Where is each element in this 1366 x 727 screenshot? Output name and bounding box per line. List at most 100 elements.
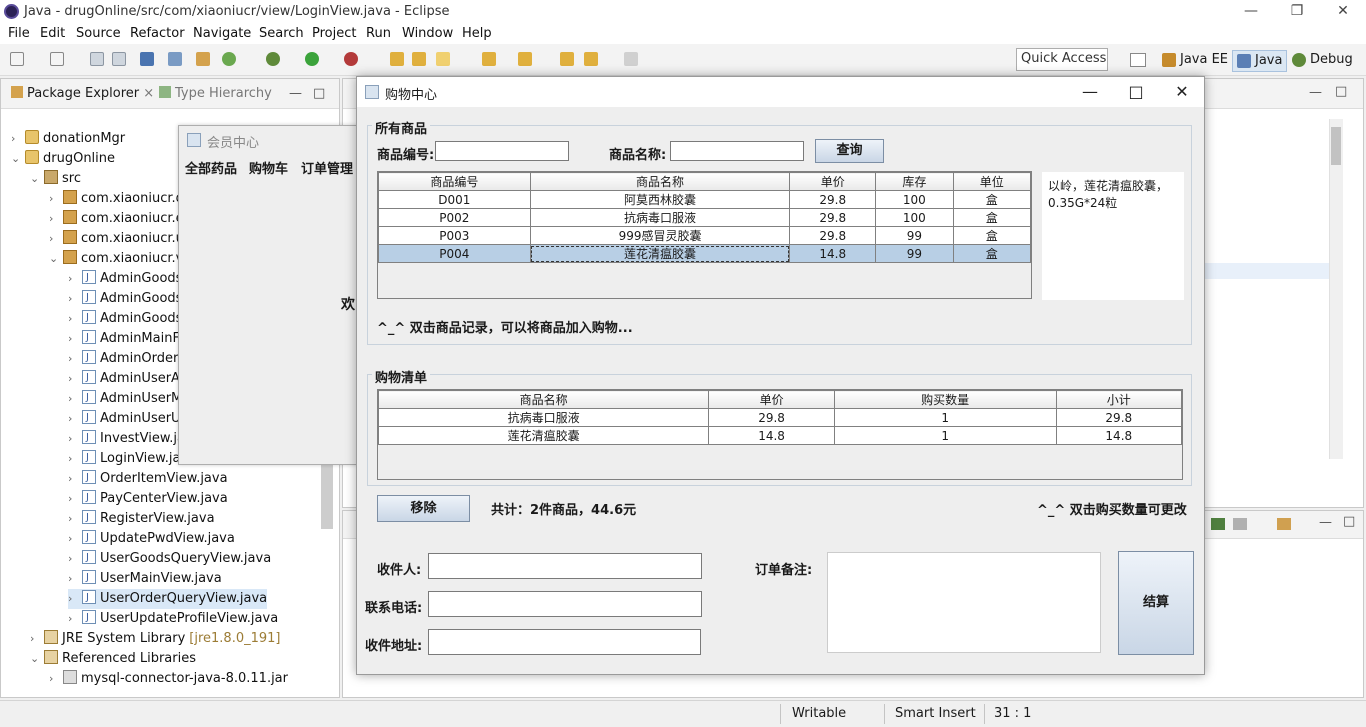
view-menu-icon[interactable]: [1211, 518, 1225, 530]
dialog-maximize-button[interactable]: □: [1113, 81, 1159, 103]
column-header[interactable]: 商品名称: [529, 172, 791, 191]
phone-input[interactable]: [428, 591, 702, 617]
minimize-view-icon[interactable]: —: [289, 86, 302, 101]
collapsed-arrow-icon[interactable]: ›: [68, 269, 82, 289]
dialog-minimize-button[interactable]: —: [1067, 81, 1113, 103]
save-icon[interactable]: [90, 52, 104, 66]
collapsed-arrow-icon[interactable]: ›: [49, 209, 63, 229]
column-header[interactable]: 商品编号: [378, 172, 531, 191]
table-cell[interactable]: 99: [875, 226, 954, 245]
table-cell[interactable]: 14.8: [1055, 426, 1183, 445]
table-cell[interactable]: 抗病毒口服液: [529, 208, 791, 227]
editor-maximize-icon[interactable]: □: [1335, 84, 1347, 99]
new-package-icon[interactable]: [196, 52, 210, 66]
last-edit-icon[interactable]: [560, 52, 574, 66]
table-cell[interactable]: 1: [833, 426, 1057, 445]
table-cell[interactable]: 29.8: [1055, 408, 1183, 427]
column-header[interactable]: 单位: [952, 172, 1032, 191]
menu-edit[interactable]: Edit: [40, 26, 65, 41]
open-folder-icon[interactable]: [412, 52, 426, 66]
menu-file[interactable]: File: [8, 26, 30, 41]
external-tools-icon[interactable]: [344, 52, 358, 66]
menu-refactor[interactable]: Refactor: [130, 26, 185, 41]
menu-shopping-cart[interactable]: 购物车: [249, 158, 288, 177]
collapsed-arrow-icon[interactable]: ›: [68, 489, 82, 509]
view-menu-icon[interactable]: [1233, 518, 1247, 530]
tree-item[interactable]: ⌄ Referenced Libraries: [30, 649, 196, 669]
collapsed-arrow-icon[interactable]: ›: [68, 509, 82, 529]
menu-all-drugs[interactable]: 全部药品: [185, 158, 237, 177]
open-type-icon[interactable]: [390, 52, 404, 66]
collapsed-arrow-icon[interactable]: ›: [68, 589, 82, 609]
tree-item[interactable]: › AdminMainF: [68, 328, 180, 349]
tree-item[interactable]: › com.xiaoniucr.d: [49, 189, 184, 209]
expanded-arrow-icon[interactable]: ⌄: [49, 249, 63, 269]
tree-item[interactable]: › com.xiaoniucr.u: [49, 229, 184, 249]
tree-item[interactable]: › mysql-connector-java-8.0.11.jar: [49, 669, 288, 689]
table-cell[interactable]: 盒: [952, 190, 1032, 209]
table-row[interactable]: P004 莲花清瘟胶囊 14.8 99 盒: [378, 244, 1032, 263]
column-header[interactable]: 库存: [875, 172, 954, 191]
collapsed-arrow-icon[interactable]: ›: [49, 669, 63, 689]
column-header[interactable]: 单价: [708, 390, 835, 409]
collapsed-arrow-icon[interactable]: ›: [68, 549, 82, 569]
collapsed-arrow-icon[interactable]: ›: [68, 409, 82, 429]
maximize-view-icon[interactable]: □: [313, 86, 325, 101]
editor-scrollbar[interactable]: [1329, 119, 1343, 459]
tree-item[interactable]: › AdminGoods: [68, 268, 182, 289]
menu-project[interactable]: Project: [312, 26, 356, 41]
table-row[interactable]: 抗病毒口服液 29.8 1 29.8: [377, 408, 1183, 427]
tree-item[interactable]: ⌄ com.xiaoniucr.vi: [49, 249, 187, 269]
refresh-icon[interactable]: [222, 52, 236, 66]
back-icon[interactable]: [584, 52, 598, 66]
tree-item[interactable]: › UserMainView.java: [68, 568, 222, 589]
expanded-arrow-icon[interactable]: ⌄: [30, 649, 44, 669]
tree-item[interactable]: › InvestView.ja: [68, 428, 185, 449]
quick-access-input[interactable]: Quick Access: [1016, 48, 1108, 71]
expanded-arrow-icon[interactable]: ⌄: [11, 149, 25, 169]
perspective-debug[interactable]: Debug: [1288, 50, 1357, 72]
tree-item[interactable]: › UserGoodsQueryView.java: [68, 548, 271, 569]
table-cell[interactable]: 99: [875, 244, 954, 263]
remove-button[interactable]: 移除: [377, 495, 470, 522]
table-cell[interactable]: 1: [833, 408, 1057, 427]
table-cell[interactable]: 14.8: [708, 426, 835, 445]
table-row[interactable]: D001 阿莫西林胶囊 29.8 100 盒: [378, 190, 1032, 209]
menu-help[interactable]: Help: [462, 26, 492, 41]
column-header[interactable]: 单价: [789, 172, 877, 191]
table-cell[interactable]: P004: [378, 244, 531, 263]
table-cell[interactable]: 29.8: [708, 408, 835, 427]
table-row[interactable]: P002 抗病毒口服液 29.8 100 盒: [378, 208, 1032, 227]
debug-icon[interactable]: [266, 52, 280, 66]
table-cell[interactable]: 100: [875, 190, 954, 209]
restore-button[interactable]: ❐: [1274, 0, 1320, 24]
table-cell[interactable]: 29.8: [789, 226, 877, 245]
table-cell[interactable]: 盒: [952, 244, 1032, 263]
forward-icon[interactable]: [624, 52, 638, 66]
table-cell[interactable]: 盒: [952, 208, 1032, 227]
editor-minimize-icon[interactable]: —: [1309, 85, 1322, 100]
table-cell[interactable]: 29.8: [789, 190, 877, 209]
tree-item[interactable]: › AdminOrder: [68, 348, 178, 369]
tree-item[interactable]: › AdminUserM: [68, 388, 182, 409]
toggle-breakpoint-icon[interactable]: [168, 52, 182, 66]
open-perspective-icon[interactable]: [1130, 53, 1146, 67]
table-cell[interactable]: 莲花清瘟胶囊: [377, 426, 710, 445]
console-icon[interactable]: [140, 52, 154, 66]
tree-item[interactable]: › PayCenterView.java: [68, 488, 228, 509]
collapsed-arrow-icon[interactable]: ›: [68, 609, 82, 629]
collapsed-arrow-icon[interactable]: ›: [68, 529, 82, 549]
table-cell[interactable]: P002: [378, 208, 531, 227]
receiver-input[interactable]: [428, 553, 702, 579]
column-header[interactable]: 小计: [1055, 390, 1183, 409]
tree-item[interactable]: › com.xiaoniucr.e: [49, 209, 184, 229]
dialog-close-button[interactable]: ✕: [1159, 81, 1205, 103]
tree-item[interactable]: › UserOrderQueryView.java: [68, 588, 268, 609]
close-tab-icon[interactable]: ×: [143, 86, 154, 101]
table-cell[interactable]: 盒: [952, 226, 1032, 245]
tab-package-explorer[interactable]: Package Explorer ×: [11, 86, 154, 101]
save-all-icon[interactable]: [112, 52, 126, 66]
menu-source[interactable]: Source: [76, 26, 121, 41]
collapsed-arrow-icon[interactable]: ›: [68, 349, 82, 369]
collapsed-arrow-icon[interactable]: ›: [68, 449, 82, 469]
